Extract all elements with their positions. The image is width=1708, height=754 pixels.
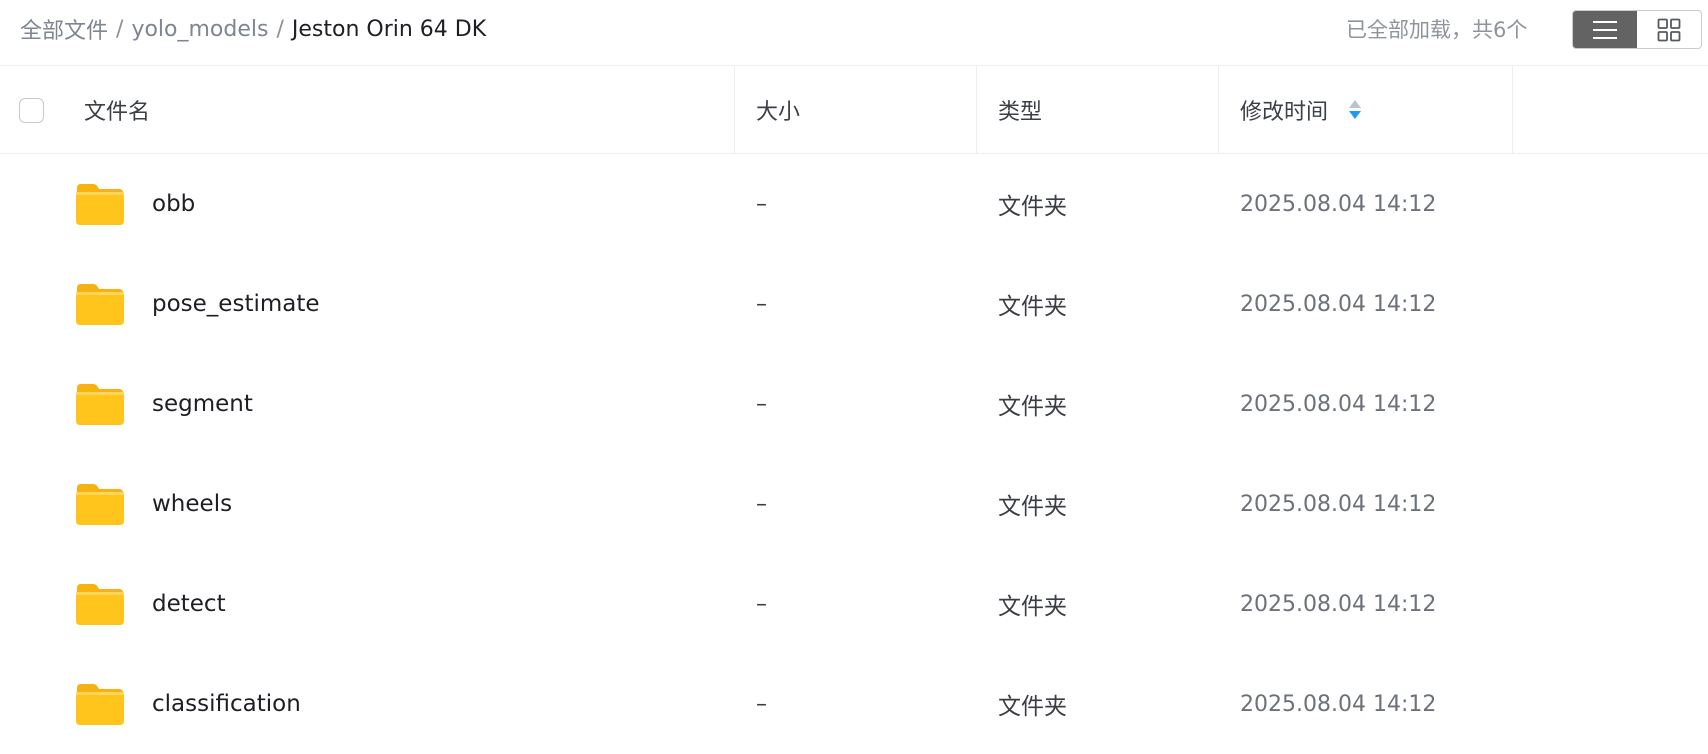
file-list: obb – 文件夹 2025.08.04 14:12 pose_estimate… <box>0 154 1708 754</box>
file-browser: 全部文件 / yolo_models / Jeston Orin 64 DK 已… <box>0 0 1708 754</box>
breadcrumb-separator: / <box>276 16 284 42</box>
file-modified: 2025.08.04 14:12 <box>1240 391 1437 417</box>
table-row[interactable]: segment – 文件夹 2025.08.04 14:12 <box>0 354 1708 454</box>
file-type: 文件夹 <box>998 294 1067 320</box>
file-modified: 2025.08.04 14:12 <box>1240 291 1437 317</box>
table-header: 文件名 大小 类型 修改时间 <box>0 66 1708 154</box>
folder-icon <box>76 384 124 425</box>
folder-icon <box>76 484 124 525</box>
column-header-name-label: 文件名 <box>84 99 151 125</box>
file-name[interactable]: segment <box>152 354 253 454</box>
file-name[interactable]: wheels <box>152 454 232 554</box>
file-type: 文件夹 <box>998 694 1067 720</box>
grid-view-button[interactable] <box>1637 11 1701 48</box>
folder-icon <box>76 584 124 625</box>
file-size: – <box>756 291 767 317</box>
column-header-type-label: 类型 <box>998 99 1043 125</box>
breadcrumb-root-link[interactable]: 全部文件 <box>20 13 108 45</box>
file-modified: 2025.08.04 14:12 <box>1240 491 1437 517</box>
table-row[interactable]: obb – 文件夹 2025.08.04 14:12 <box>0 154 1708 254</box>
breadcrumb-parent-link[interactable]: yolo_models <box>131 17 268 42</box>
table-row[interactable]: wheels – 文件夹 2025.08.04 14:12 <box>0 454 1708 554</box>
file-modified: 2025.08.04 14:12 <box>1240 191 1437 217</box>
table-row[interactable]: detect – 文件夹 2025.08.04 14:12 <box>0 554 1708 654</box>
breadcrumb-separator: / <box>116 16 124 42</box>
file-modified: 2025.08.04 14:12 <box>1240 591 1437 617</box>
file-name[interactable]: pose_estimate <box>152 254 320 354</box>
top-bar: 全部文件 / yolo_models / Jeston Orin 64 DK 已… <box>0 0 1708 66</box>
column-header-extra <box>1512 66 1708 153</box>
grid-view-icon <box>1657 18 1681 41</box>
file-size: – <box>756 491 767 517</box>
column-header-modified[interactable]: 修改时间 <box>1218 66 1512 153</box>
table-row[interactable]: classification – 文件夹 2025.08.04 14:12 <box>0 654 1708 754</box>
file-size: – <box>756 391 767 417</box>
file-type: 文件夹 <box>998 494 1067 520</box>
column-header-name[interactable]: 文件名 <box>84 66 734 153</box>
column-header-size[interactable]: 大小 <box>734 66 976 153</box>
file-size: – <box>756 691 767 717</box>
file-name[interactable]: classification <box>152 654 301 754</box>
folder-icon <box>76 184 124 225</box>
folder-icon <box>76 684 124 725</box>
column-header-modified-label: 修改时间 <box>1240 99 1329 125</box>
column-header-size-label: 大小 <box>756 99 801 125</box>
table-row[interactable]: pose_estimate – 文件夹 2025.08.04 14:12 <box>0 254 1708 354</box>
file-type: 文件夹 <box>998 594 1067 620</box>
file-size: – <box>756 191 767 217</box>
breadcrumb: 全部文件 / yolo_models / Jeston Orin 64 DK <box>20 0 486 58</box>
select-all-checkbox[interactable] <box>19 98 44 123</box>
file-type: 文件夹 <box>998 194 1067 220</box>
folder-icon <box>76 284 124 325</box>
list-view-button[interactable] <box>1573 11 1637 48</box>
file-name[interactable]: obb <box>152 154 195 254</box>
file-type: 文件夹 <box>998 394 1067 420</box>
file-size: – <box>756 591 767 617</box>
loaded-status-text: 已全部加载，共6个 <box>1346 18 1528 42</box>
file-modified: 2025.08.04 14:12 <box>1240 691 1437 717</box>
list-view-icon <box>1593 20 1617 39</box>
file-name[interactable]: detect <box>152 554 226 654</box>
breadcrumb-current: Jeston Orin 64 DK <box>291 16 487 42</box>
view-toggle <box>1572 10 1702 49</box>
column-header-type[interactable]: 类型 <box>976 66 1218 153</box>
sort-icon[interactable] <box>1348 98 1362 122</box>
